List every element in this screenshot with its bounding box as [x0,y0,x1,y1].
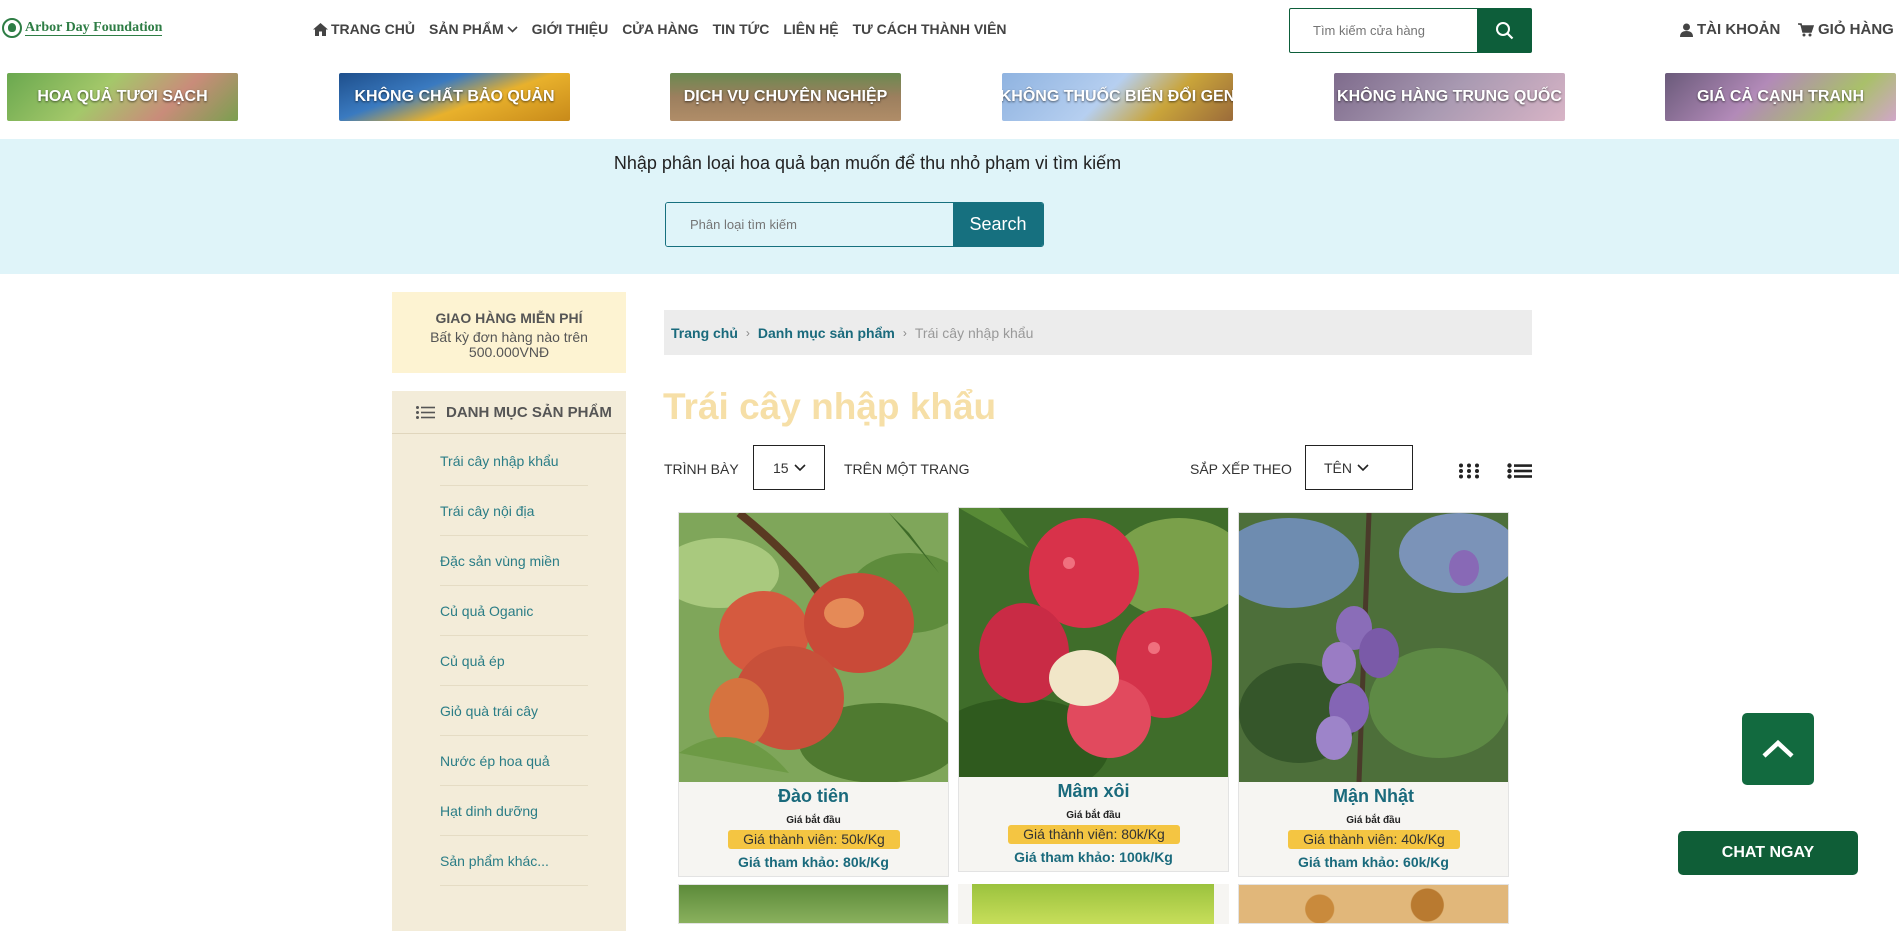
filter-search-button[interactable]: Search [953,203,1043,246]
site-header: Arbor Day Foundation TRANG CHỦ SẢN PHẨM … [0,0,1899,58]
member-price-tag: Giá thành viên: 80k/Kg [1008,825,1180,844]
list-icon [416,405,435,419]
chevron-down-icon [1357,463,1369,471]
filter-search-input[interactable] [666,203,953,246]
banner-competitive-price[interactable]: GIÁ CẢ CẠNH TRANH [1665,73,1896,121]
reference-price: Giá tham khảo: 100k/Kg [1014,849,1173,865]
free-shipping-title: GIAO HÀNG MIỄN PHÍ [435,310,583,326]
logo-text: Arbor Day Foundation [25,19,163,36]
filter-prompt: Nhập phân loại hoa quả bạn muốn để thu n… [613,153,1122,173]
category-item-nuts[interactable]: Hạt dinh dưỡng [440,786,588,836]
category-item-gift-baskets[interactable]: Giỏ quà trái cây [440,686,588,736]
store-search-input[interactable] [1290,9,1477,52]
category-panel-header: DANH MỤC SẢN PHẨM [392,391,626,434]
banner-no-preservatives[interactable]: KHÔNG CHẤT BẢO QUẢN [339,73,570,121]
member-price-tag: Giá thành viên: 50k/Kg [728,830,900,849]
sort-select[interactable]: TÊN [1305,445,1413,490]
nav-news[interactable]: TIN TỨC [713,21,770,37]
product-name[interactable]: Đào tiên [679,786,948,807]
product-price-from: Giá bắt đầu [1066,810,1121,821]
reference-price: Giá tham khảo: 60k/Kg [1298,854,1449,870]
product-name[interactable]: Mâm xôi [959,781,1228,802]
banner-fresh-fruit[interactable]: HOA QUẢ TƯƠI SẠCH [7,73,238,121]
banner-no-chinese-goods[interactable]: KHÔNG HÀNG TRUNG QUỐC [1334,73,1565,121]
breadcrumb-home[interactable]: Trang chủ [671,325,738,341]
category-item-organic[interactable]: Củ quả Oganic [440,586,588,636]
nav-membership[interactable]: TƯ CÁCH THÀNH VIÊN [853,21,1007,37]
plum-image [1239,513,1508,782]
cart-link[interactable]: GIỎ HÀNG [1798,21,1894,38]
raspberry-image [959,508,1228,777]
tree-logo-icon [2,18,22,38]
peach-image [679,513,948,782]
reference-price: Giá tham khảo: 80k/Kg [738,854,889,870]
product-price-from: Giá bắt đầu [786,815,841,826]
main-nav: TRANG CHỦ SẢN PHẨM GIỚI THIỆU CỬA HÀNG T… [313,21,1007,37]
per-page-select[interactable]: 15 [753,445,825,490]
sort-label: SẮP XẾP THEO [1190,461,1292,477]
grid-view-icon[interactable] [1458,463,1480,479]
breadcrumb-catalog[interactable]: Danh mục sản phẩm [758,325,895,341]
free-shipping-box: GIAO HÀNG MIỄN PHÍ Bất kỳ đơn hàng nào t… [392,292,626,373]
chevron-up-icon [1762,739,1794,758]
product-card[interactable]: Mâm xôi Giá bắt đầu Giá thành viên: 80k/… [958,507,1229,872]
chat-now-button[interactable]: CHAT NGAY [1678,831,1858,875]
user-icon [1680,23,1693,37]
account-link[interactable]: TÀI KHOẢN [1680,21,1780,38]
product-price-from: Giá bắt đầu [1346,815,1401,826]
category-item-domestic-fruit[interactable]: Trái cây nội địa [440,486,588,536]
per-page-label: TRÊN MỘT TRANG [844,461,970,477]
cart-icon [1798,22,1814,36]
show-label: TRÌNH BÀY [664,461,739,477]
nav-stores[interactable]: CỬA HÀNG [622,21,698,37]
nav-products[interactable]: SẢN PHẨM [429,21,518,37]
list-view-icon[interactable] [1507,463,1532,479]
category-item-other[interactable]: Sản phẩm khác... [440,836,588,886]
filter-search: Search [665,202,1044,247]
category-item-regional-specialties[interactable]: Đặc sản vùng miền [440,536,588,586]
free-shipping-text: Bất kỳ đơn hàng nào trên 500.000VNĐ [430,329,588,360]
chevron-right-icon: › [902,325,907,340]
category-item-imported-fruit[interactable]: Trái cây nhập khẩu [440,436,588,486]
category-filter-section: Nhập phân loại hoa quả bạn muốn để thu n… [0,139,1899,274]
product-image[interactable] [679,513,948,782]
product-image[interactable] [1239,885,1508,923]
banner-no-gmo[interactable]: KHÔNG THUỐC BIẾN ĐỔI GEN [1002,73,1233,121]
category-panel: DANH MỤC SẢN PHẨM Trái cây nhập khẩu Trá… [392,391,626,931]
logo[interactable]: Arbor Day Foundation [2,18,163,38]
chevron-right-icon: › [745,325,750,340]
product-card[interactable]: Đào tiên Giá bắt đầu Giá thành viên: 50k… [678,512,949,877]
product-image[interactable] [959,508,1228,777]
member-price-tag: Giá thành viên: 40k/Kg [1288,830,1460,849]
store-search [1289,8,1532,53]
chevron-down-icon [507,25,518,33]
product-image[interactable] [972,884,1214,924]
product-name[interactable]: Mận Nhật [1239,786,1508,807]
product-card[interactable] [958,884,1229,924]
page-title: Trái cây nhập khẩu [663,386,997,427]
category-item-juice[interactable]: Nước ép hoa quả [440,736,588,786]
category-item-pressed[interactable]: Củ quả ép [440,636,588,686]
nav-about[interactable]: GIỚI THIỆU [532,21,609,37]
home-icon [313,22,328,36]
store-search-button[interactable] [1477,9,1531,52]
category-list: Trái cây nhập khẩu Trái cây nội địa Đặc … [392,434,626,886]
banner-professional-service[interactable]: DỊCH VỤ CHUYÊN NGHIỆP [670,73,901,121]
product-image[interactable] [679,885,948,923]
product-card[interactable]: Mận Nhật Giá bắt đầu Giá thành viên: 40k… [1238,512,1509,877]
product-card[interactable] [1238,884,1509,924]
breadcrumb-current: Trái cây nhập khẩu [914,324,1034,341]
breadcrumb: Trang chủ › Danh mục sản phẩm › Trái cây… [664,310,1532,355]
chevron-down-icon [794,463,806,471]
nav-contact[interactable]: LIÊN HỆ [783,21,838,37]
nav-home[interactable]: TRANG CHỦ [313,21,415,37]
product-card[interactable] [678,884,949,924]
product-image[interactable] [1239,513,1508,782]
search-icon [1495,22,1513,40]
back-to-top-button[interactable] [1742,713,1814,785]
